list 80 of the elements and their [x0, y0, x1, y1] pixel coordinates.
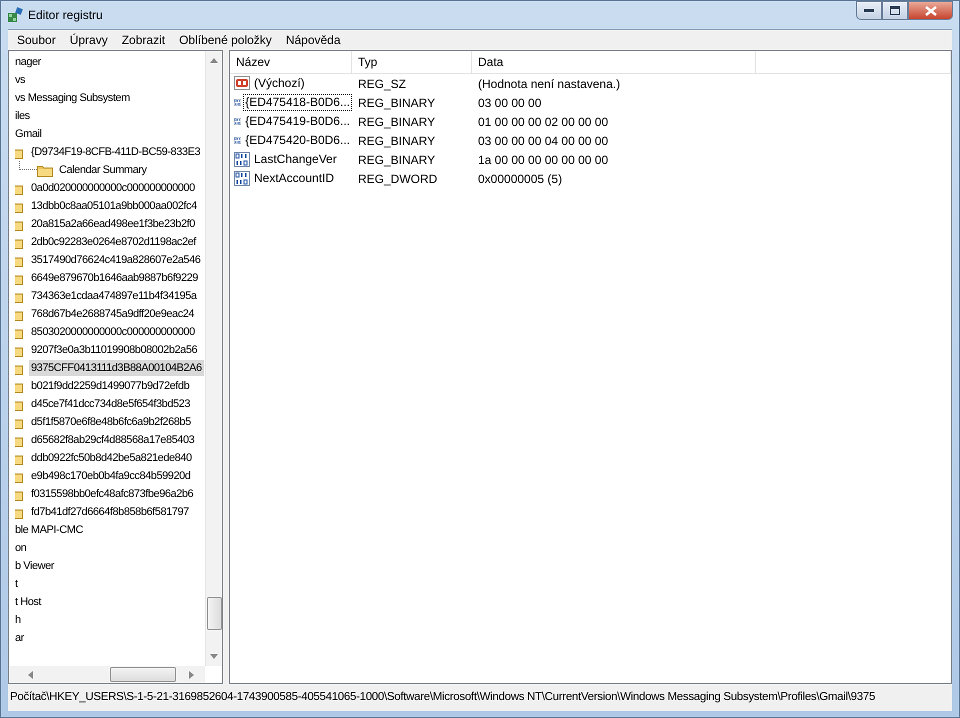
value-data: (Hodnota není nastavena.): [477, 76, 622, 92]
tree-item[interactable]: b021f9dd2259d1499077b9d72efdb: [29, 378, 192, 394]
tree-item[interactable]: d65682f8ab29cf4d88568a17e85403: [29, 432, 196, 448]
tree-item[interactable]: e9b498c170eb0b4fa9cc84b59920d: [29, 468, 192, 484]
horizontal-scrollbar[interactable]: [9, 666, 205, 683]
menu-item[interactable]: Soubor: [10, 31, 63, 49]
maximize-button[interactable]: [882, 1, 908, 20]
tree-item[interactable]: Gmail: [13, 126, 44, 142]
value-name[interactable]: LastChangeVer: [252, 151, 339, 168]
value-type: REG_BINARY: [357, 94, 436, 112]
tree-item[interactable]: ar: [13, 630, 26, 646]
minimize-button[interactable]: [856, 1, 882, 20]
value-type: REG_BINARY: [357, 152, 436, 168]
value-data: 1a 00 00 00 00 00 00 00: [477, 152, 610, 168]
tree-item[interactable]: 6649e879670b1646aab9887b6f9229: [29, 270, 200, 286]
registry-cubes-icon: [7, 7, 23, 23]
tree-item[interactable]: ble MAPI-CMC: [13, 522, 85, 538]
tree-item[interactable]: 20a815a2a66ead498ee1f3be23b2f0: [29, 216, 197, 232]
tree-item[interactable]: 0a0d020000000000c000000000000: [29, 180, 197, 196]
tree-item[interactable]: h: [13, 612, 23, 628]
binary-value-icon: [234, 171, 250, 186]
value-name[interactable]: (Výchozí): [252, 75, 307, 92]
tree-item[interactable]: iles: [13, 108, 32, 124]
tree-item[interactable]: vs Messaging Subsystem: [13, 90, 132, 106]
value-name[interactable]: {ED475420-B0D6...: [243, 132, 352, 149]
binary-value-icon: [234, 152, 250, 167]
tree-item[interactable]: d5f1f5870e6f8e48b6fc6a9b2f268b5: [29, 414, 193, 430]
scroll-left-icon[interactable]: [27, 671, 33, 679]
value-type: REG_SZ: [357, 76, 408, 92]
menu-item[interactable]: Úpravy: [62, 31, 115, 49]
value-name[interactable]: {ED475419-B0D6...: [243, 113, 352, 130]
tree-item[interactable]: 9375CFF0413111d3B88A00104B2A6: [29, 360, 204, 376]
tree-item[interactable]: on: [13, 540, 28, 556]
scrollbar-thumb[interactable]: [110, 667, 176, 682]
window-title: Editor registru: [28, 7, 103, 24]
tree-item[interactable]: 8503020000000000c000000000000: [29, 324, 197, 340]
value-type: REG_BINARY: [357, 114, 436, 130]
scrollbar-thumb[interactable]: [207, 597, 222, 630]
value-data: 01 00 00 00 02 00 00 00: [477, 114, 610, 130]
folder-icon: [37, 164, 53, 176]
tree-item[interactable]: {D9734F19-8CFB-411D-BC59-833E3: [29, 144, 202, 160]
value-data: 03 00 00 00 04 00 00 00: [477, 132, 610, 150]
value-type: REG_DWORD: [357, 170, 438, 188]
tree-item[interactable]: 3517490d76624c419a828607e2a546: [29, 252, 202, 268]
tree-item[interactable]: 13dbb0c8aa05101a9bb000aa002fc4: [29, 198, 199, 214]
tree-item[interactable]: t Host: [13, 594, 44, 610]
tree-item[interactable]: 734363e1cdaa474897e11b4f34195a: [29, 288, 199, 304]
column-header[interactable]: Název: [230, 51, 352, 74]
value-name[interactable]: NextAccountID: [252, 170, 336, 187]
column-header[interactable]: Data: [472, 51, 756, 74]
minimize-icon: [864, 8, 874, 12]
tree-item[interactable]: t: [13, 576, 20, 592]
status-bar-path: Počítač\HKEY_USERS\S-1-5-21-3169852604-1743900585-405541065-1000\Software\Microsoft\Windows NT\CurrentVersion\Windows Messaging Subsystem\Profiles\Gmail\9375: [9, 690, 876, 705]
tree-item[interactable]: fd7b41df27d6664f8b858b6f581797: [29, 504, 191, 520]
value-name[interactable]: {ED475418-B0D6...: [243, 94, 352, 111]
value-data: 0x00000005 (5): [477, 170, 564, 188]
vertical-scrollbar[interactable]: [205, 51, 222, 666]
tree-item[interactable]: nager: [13, 54, 43, 70]
tree-item[interactable]: Calendar Summary: [57, 162, 149, 178]
tree-item[interactable]: 2db0c92283e0264e8702d1198ac2ef: [29, 234, 198, 250]
close-icon: [924, 6, 936, 16]
menu-item[interactable]: Nápověda: [278, 31, 348, 49]
close-button[interactable]: [908, 1, 953, 20]
tree-item[interactable]: vs: [13, 72, 28, 88]
tree-item[interactable]: 768d67b4e2688745a9dff20e9eac24: [29, 306, 196, 322]
menu-item[interactable]: Zobrazit: [114, 31, 172, 49]
column-header[interactable]: Typ: [352, 51, 472, 74]
value-data: 03 00 00 00: [477, 94, 542, 112]
scroll-up-icon[interactable]: [210, 57, 218, 63]
scroll-right-icon[interactable]: [189, 671, 195, 679]
string-value-icon: [234, 76, 250, 91]
tree-item[interactable]: 9207f3e0a3b11019908b08002b2a56: [29, 342, 200, 358]
tree-item[interactable]: d45ce7f41dcc734d8e5f654f3bd523: [29, 396, 192, 412]
maximize-icon: [890, 6, 900, 15]
value-type: REG_BINARY: [357, 132, 436, 150]
scroll-down-icon[interactable]: [210, 654, 218, 660]
menu-item[interactable]: Oblíbené položky: [172, 31, 279, 49]
tree-item[interactable]: ddb0922fc50b8d42be5a821ede840: [29, 450, 194, 466]
tree-item[interactable]: b Viewer: [13, 558, 56, 574]
tree-item[interactable]: f0315598bb0efc48afc873fbe96a2b6: [29, 486, 196, 502]
